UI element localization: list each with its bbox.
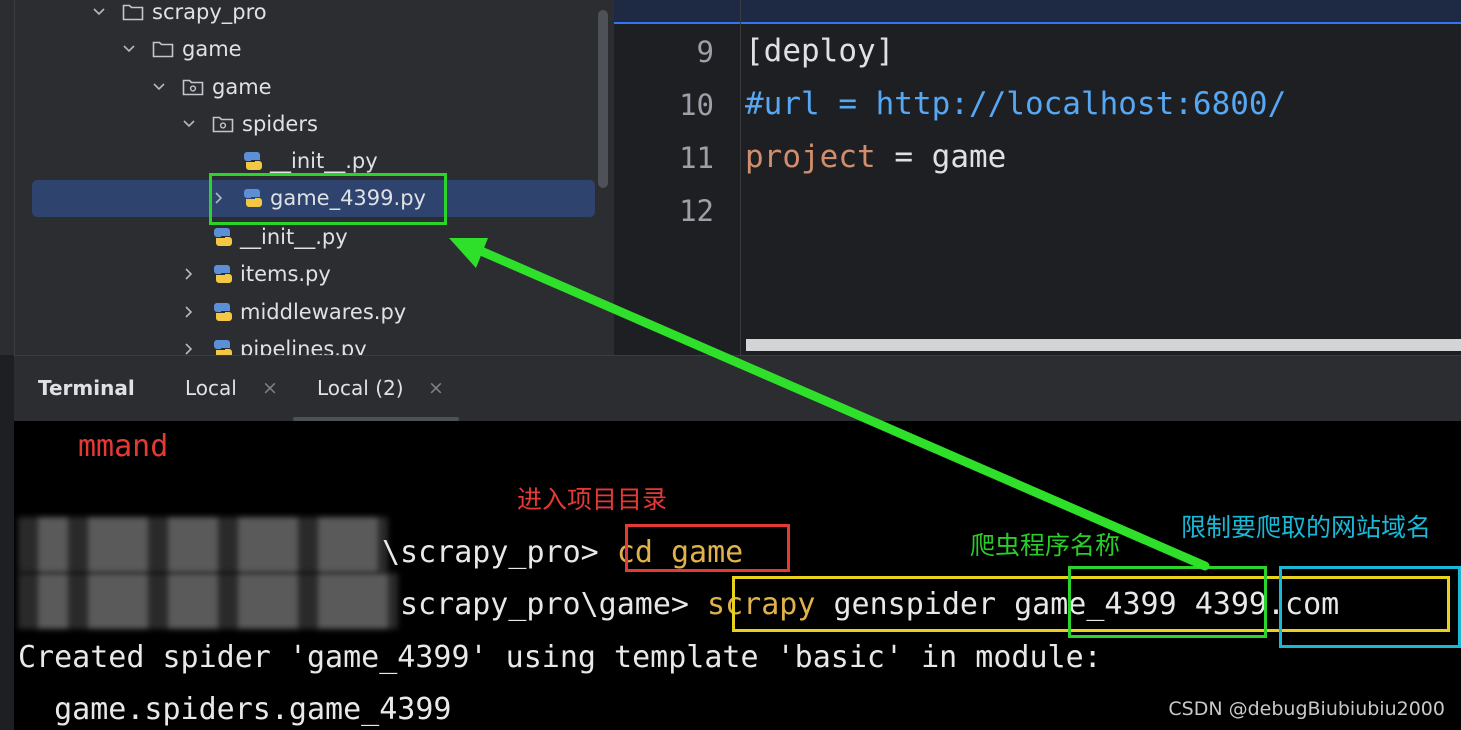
line-number: 12 [679,194,714,228]
editor-horizontal-scrollbar[interactable] [746,339,1461,351]
line-number: 9 [696,35,714,69]
terminal-output[interactable]: mmand \scrapy_pro> cd game scrapy_pro\ga… [14,421,1461,730]
python-file-icon [214,303,232,321]
tree-item-spiders[interactable]: spiders [182,108,318,140]
line-number: 10 [679,88,714,122]
chevron-down-icon[interactable] [92,5,114,19]
tree-item-label: items.py [240,262,331,286]
tree-item-label: scrapy_pro [152,0,267,24]
chevron-down-icon[interactable] [152,80,174,94]
code-line-comment: #url = http://localhost:6800/ [745,86,1287,122]
python-file-icon [214,265,232,283]
highlight-box-domain [1279,566,1461,648]
tab-local[interactable]: Local [185,376,237,400]
highlight-box-spider-name [1068,566,1267,638]
tree-item-items[interactable]: items.py [182,258,331,290]
package-folder-icon [182,79,204,96]
terminal-partial-line: mmand [78,429,169,464]
redacted-path [18,573,398,629]
tree-item-label: __init__.py [270,149,378,173]
highlight-box-spider-file [209,173,447,225]
tab-local-2[interactable]: Local (2) [317,376,404,400]
folder-icon [152,41,174,58]
tree-item-game-init[interactable]: __init__.py [212,221,348,253]
project-tree: scrapy_pro game game spiders __init__.py… [0,0,614,355]
chevron-down-icon[interactable] [182,117,204,131]
shell-prompt: scrapy_pro\game> [400,587,708,622]
chevron-right-icon[interactable] [182,305,204,319]
python-file-icon [214,340,232,355]
code-line-project: project = game [745,139,1006,175]
tree-item-scrapy-pro[interactable]: scrapy_pro [92,0,267,28]
annotation-domain-limit: 限制要爬取的网站域名 [1181,513,1432,542]
shell-prompt: \scrapy_pro> [382,535,617,570]
editor-tab-strip [614,0,1461,24]
close-icon[interactable]: × [262,377,278,399]
close-icon[interactable]: × [428,377,444,399]
package-folder-icon [212,116,234,133]
code-editor[interactable]: 9 10 11 12 [deploy] #url = http://localh… [614,0,1461,355]
folder-icon [122,4,144,21]
annotation-spider-name: 爬虫程序名称 [970,531,1121,560]
annotation-enter-dir: 进入项目目录 [517,485,668,514]
chevron-right-icon[interactable] [182,267,204,281]
tool-window-strip [0,0,15,355]
terminal-title: Terminal [38,376,135,400]
tree-scrollbar[interactable] [598,10,608,188]
tree-item-game-package[interactable]: game [152,71,272,103]
tree-item-label: __init__.py [240,225,348,249]
config-key: project [745,139,876,175]
tree-item-label: game [212,75,272,99]
highlight-box-cd [625,524,790,572]
code-line-section: [deploy] [745,33,895,69]
chevron-right-icon[interactable] [182,342,204,355]
terminal-output-line-1: Created spider 'game_4399' using templat… [18,640,1102,675]
python-file-icon [214,228,232,246]
csdn-watermark: CSDN @debugBiubiubiu2000 [1168,698,1445,720]
tree-item-label: spiders [242,112,318,136]
config-value: game [931,139,1007,175]
tree-item-label: pipelines.py [240,337,367,355]
config-equals: = [875,139,932,175]
gutter-separator [740,0,741,355]
line-number: 11 [679,141,714,175]
terminal-header: Terminal Local × Local (2) × [14,355,1461,422]
redacted-path [18,517,388,573]
python-file-icon [244,152,262,170]
terminal-output-line-2: game.spiders.game_4399 [18,692,452,727]
tree-item-label: game [182,37,242,61]
tree-item-game[interactable]: game [122,33,242,65]
tree-item-pipelines[interactable]: pipelines.py [182,333,367,355]
tree-item-middlewares[interactable]: middlewares.py [182,296,406,328]
tree-item-label: middlewares.py [240,300,407,324]
chevron-down-icon[interactable] [122,42,144,56]
